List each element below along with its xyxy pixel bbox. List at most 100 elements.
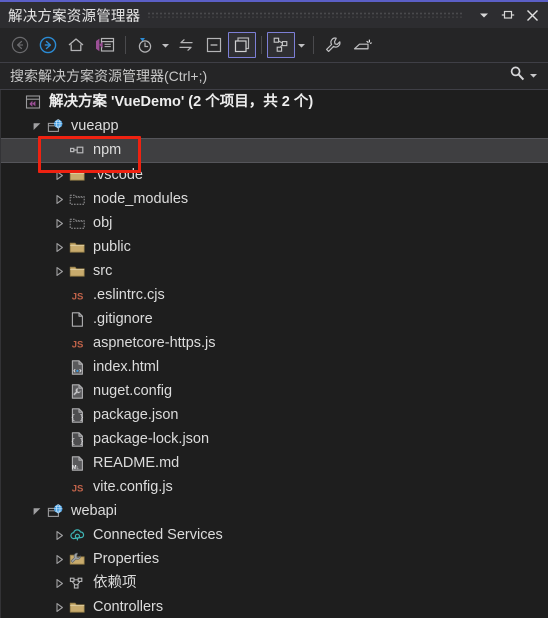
titlebar-close-button[interactable] xyxy=(520,4,544,26)
back-button[interactable] xyxy=(6,32,34,58)
expander-toggle-src[interactable] xyxy=(51,259,67,283)
js-file-icon: JS xyxy=(67,283,87,307)
forward-button[interactable] xyxy=(34,32,62,58)
tree-item-label: package.json xyxy=(93,406,179,423)
sync-with-active-document-button[interactable] xyxy=(172,32,200,58)
tree-item-label: package-lock.json xyxy=(93,430,210,447)
tree-item-gitignore[interactable]: .gitignore xyxy=(1,307,548,331)
expander-toggle-dependencies[interactable] xyxy=(51,571,67,595)
tree-item-public[interactable]: public xyxy=(1,235,548,259)
titlebar: 解决方案资源管理器 xyxy=(0,2,548,28)
expander-placeholder xyxy=(51,139,67,163)
svg-text:JS: JS xyxy=(71,339,83,350)
toolbar xyxy=(0,28,548,62)
tree-item-connected[interactable]: Connected Services xyxy=(1,523,548,547)
search-options-dropdown[interactable] xyxy=(529,67,538,85)
tree-item-label: npm xyxy=(93,142,122,159)
tree-item-dependencies[interactable]: 依赖项 xyxy=(1,571,548,595)
tree-item-packagelock[interactable]: { } package-lock.json xyxy=(1,427,548,451)
preview-selected-items-button[interactable] xyxy=(347,32,377,58)
expander-toggle-vueapp[interactable] xyxy=(29,114,45,138)
search-input[interactable] xyxy=(10,68,509,84)
tree-item-webapi[interactable]: webapi xyxy=(1,499,548,523)
tree-item-label: src xyxy=(93,262,113,279)
expander-expanded-icon xyxy=(33,122,40,130)
tree-item-label: obj xyxy=(93,214,113,231)
clock-icon xyxy=(138,38,152,53)
tree-item-viteconfig[interactable]: JS vite.config.js xyxy=(1,475,548,499)
solution-icon xyxy=(23,90,43,114)
tree-item-label: .eslintrc.cjs xyxy=(93,286,165,303)
svg-text:{ }: { } xyxy=(70,414,83,422)
solution-window-icon xyxy=(95,37,114,52)
tree-item-readme[interactable]: M↓ README.md xyxy=(1,451,548,475)
expander-placeholder xyxy=(51,283,67,307)
expander-toggle-properties[interactable] xyxy=(51,547,67,571)
web-project-icon xyxy=(45,114,65,138)
expander-toggle-vscode[interactable] xyxy=(51,163,67,187)
expander-toggle-public[interactable] xyxy=(51,235,67,259)
pending-changes-dropdown[interactable] xyxy=(159,32,172,58)
pin-icon xyxy=(501,10,515,19)
tree-item-node_modules[interactable]: node_modules xyxy=(1,187,548,211)
tree-item-properties[interactable]: Properties xyxy=(1,547,548,571)
view-class-diagram-button[interactable] xyxy=(267,32,295,58)
expander-collapsed-icon xyxy=(55,554,63,564)
show-all-files-button[interactable] xyxy=(228,32,256,58)
tree-item-packagejson[interactable]: { } package.json xyxy=(1,403,548,427)
collapse-all-button[interactable] xyxy=(200,32,228,58)
wrench-icon xyxy=(326,37,341,52)
search-bar xyxy=(0,62,548,90)
expander-expanded-icon xyxy=(33,507,40,515)
tree-item-label: .gitignore xyxy=(93,310,153,327)
tree-item-obj[interactable]: obj xyxy=(1,211,548,235)
chevron-down-icon xyxy=(298,43,305,48)
tree-item-controllers[interactable]: Controllers xyxy=(1,595,548,618)
tree-item-label: 解决方案 'VueDemo' (2 个项目，共 2 个) xyxy=(49,93,314,110)
expander-collapsed-icon xyxy=(55,530,63,540)
chevron-down-icon xyxy=(530,74,537,78)
properties-button[interactable] xyxy=(319,32,347,58)
expander-placeholder xyxy=(51,403,67,427)
tree-item-nugetconfig[interactable]: nuget.config xyxy=(1,379,548,403)
tree-item-eslintrc[interactable]: JS .eslintrc.cjs xyxy=(1,283,548,307)
solution-view-button[interactable] xyxy=(90,32,120,58)
home-button[interactable] xyxy=(62,32,90,58)
expander-toggle-controllers[interactable] xyxy=(51,595,67,618)
tree-item-indexhtml[interactable]: index.html xyxy=(1,355,548,379)
tree-item-src[interactable]: src xyxy=(1,259,548,283)
class-diagram-dropdown[interactable] xyxy=(295,32,308,58)
expander-toggle-node_modules[interactable] xyxy=(51,187,67,211)
svg-text:M↓: M↓ xyxy=(71,465,79,471)
search-icon[interactable] xyxy=(509,65,526,87)
expander-collapsed-icon xyxy=(55,578,63,588)
connected-services-icon xyxy=(67,523,87,547)
solution-tree[interactable]: 解决方案 'VueDemo' (2 个项目，共 2 个) vueapp npm .vs… xyxy=(0,90,548,618)
titlebar-drag-grip[interactable] xyxy=(148,2,464,28)
tree-item-solution[interactable]: 解决方案 'VueDemo' (2 个项目，共 2 个) xyxy=(1,90,548,114)
titlebar-pin-button[interactable] xyxy=(496,4,520,26)
expander-collapsed-icon xyxy=(55,218,63,228)
arrow-left-circle-icon xyxy=(11,36,29,54)
class-diagram-icon xyxy=(273,37,288,52)
tree-item-aspnetcore[interactable]: JS aspnetcore-https.js xyxy=(1,331,548,355)
json-file-icon: { } xyxy=(67,403,87,427)
tree-item-vscode[interactable]: .vscode xyxy=(1,163,548,187)
expander-toggle-webapi[interactable] xyxy=(29,499,45,523)
tree-item-npm[interactable]: npm xyxy=(1,138,548,163)
tree-item-label: nuget.config xyxy=(93,382,173,399)
config-file-icon xyxy=(67,379,87,403)
expander-toggle-obj[interactable] xyxy=(51,211,67,235)
tree-item-vueapp[interactable]: vueapp xyxy=(1,114,548,138)
pending-changes-button[interactable] xyxy=(131,32,159,58)
chevron-down-icon xyxy=(480,13,488,18)
properties-folder-icon xyxy=(67,547,87,571)
titlebar-dropdown-button[interactable] xyxy=(472,4,496,26)
expander-collapsed-icon xyxy=(55,266,63,276)
tree-item-label: Connected Services xyxy=(93,526,223,543)
expander-toggle-connected[interactable] xyxy=(51,523,67,547)
expander-collapsed-icon xyxy=(55,602,63,612)
tree-item-label: node_modules xyxy=(93,190,189,207)
tree-item-label: README.md xyxy=(93,454,180,471)
expander-placeholder xyxy=(51,307,67,331)
